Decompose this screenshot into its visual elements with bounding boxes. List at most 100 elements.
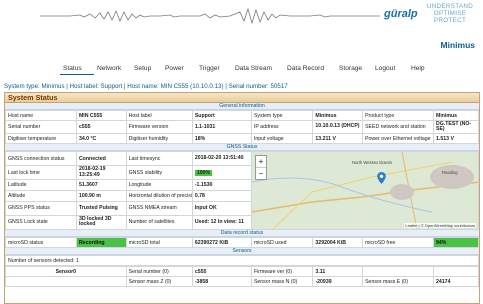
value-cell: Used: 12 In view: 11 [191, 214, 252, 231]
value-cell: 3292004 KiB [312, 237, 364, 248]
table-row: Digitiser temperature 34.0 °C Digitiser … [5, 133, 479, 144]
nav-help[interactable]: Help [411, 65, 425, 72]
table-row: Host name MIN C555 Host label Support Sy… [5, 110, 479, 121]
label-cell: System type [250, 110, 314, 121]
tagline: UNDERSTAND OPTIMISE PROTECT [420, 3, 480, 24]
label-cell: SEED network and station [362, 120, 435, 134]
value-cell: Minimus [312, 110, 364, 121]
value-cell: c555 [75, 120, 127, 134]
value-cell: 34.0 °C [75, 133, 127, 144]
location-map[interactable]: + − North Wessex Downs Reading Leaflet |… [252, 152, 478, 229]
nav-setup[interactable]: Setup [134, 65, 151, 72]
recording-status-badge: Recording [75, 237, 127, 248]
sensor-name: Sensor0 [5, 266, 127, 277]
map-place-label: North Wessex Downs [351, 160, 393, 165]
nav-trigger[interactable]: Trigger [199, 65, 220, 72]
sensor0-table: Sensor0 Serial number (0) c555 Firmware … [5, 266, 479, 287]
label-cell: Serial number (0) [125, 266, 193, 277]
label-cell: microSD status [5, 237, 77, 248]
active-tab-underline [60, 74, 94, 75]
value-cell: 62390272 KiB [191, 237, 252, 248]
label-cell: Host name [5, 110, 77, 121]
label-cell: microSD used [250, 237, 314, 248]
value-cell: -1.1530 [191, 179, 252, 191]
value-cell: 2018-02-20 13:51:40 [191, 150, 252, 167]
value-cell: 1.1-1031 [191, 120, 252, 134]
general-table: Host name MIN C555 Host label Support Sy… [5, 110, 479, 144]
nav-power[interactable]: Power [165, 65, 184, 72]
table-row: Sensor mass Z (0) -3858 Sensor mass N (0… [5, 276, 479, 287]
label-cell: Number of satellites [125, 214, 193, 231]
label-cell: GNSS PPS status [5, 200, 77, 216]
label-cell: Firmware version [125, 120, 193, 134]
nav-data-stream[interactable]: Data Stream [235, 65, 272, 72]
label-cell: IP address [250, 120, 314, 134]
value-cell: MIN C555 [75, 110, 127, 121]
table-row: Sensor0 Serial number (0) c555 Firmware … [5, 266, 479, 277]
label-cell: GNSS Lock state [5, 214, 77, 231]
section-general: General information [5, 103, 479, 110]
header-banner: güralp UNDERSTAND OPTIMISE PROTECT [0, 0, 483, 44]
gnss-table: GNSS connection status Connected Last ti… [5, 150, 479, 231]
table-row: GNSS connection status Connected Last ti… [5, 150, 479, 230]
label-cell: Longitude [125, 179, 193, 191]
value-cell: 51.3607 [75, 179, 127, 191]
map-cell: + − North Wessex Downs Reading Leaflet |… [250, 151, 479, 230]
table-row: Serial number c555 Firmware version 1.1-… [5, 120, 479, 134]
sensor-count: Number of sensors detected: 1 [5, 255, 479, 266]
panel-title: System Status [5, 93, 479, 103]
nav-logout[interactable]: Logout [375, 65, 395, 72]
value-cell: DG.TEST (NO-SE) [433, 120, 479, 134]
sensors-table: Number of sensors detected: 1 [5, 255, 479, 266]
label-cell: GNSS connection status [5, 150, 77, 167]
nav-status[interactable]: Status [63, 65, 82, 72]
value-cell: -3858 [191, 276, 252, 287]
map-zoom-controls: + − [254, 155, 267, 180]
value-cell: Connected [75, 150, 127, 167]
label-cell: Digitiser temperature [5, 133, 77, 144]
table-row: microSD status Recording microSD total 6… [5, 237, 479, 248]
empty-cell [362, 266, 435, 277]
system-status-panel: System Status General information Host n… [4, 92, 480, 304]
empty-cell [5, 276, 127, 287]
system-info-line: System type: Minimus | Host label: Suppo… [4, 83, 288, 90]
map-place-label: Reading [441, 170, 458, 175]
label-cell: Serial number [5, 120, 77, 134]
nav-network[interactable]: Network [97, 65, 121, 72]
label-cell: Sensor mass N (0) [250, 276, 314, 287]
value-cell: 3.11 [312, 266, 364, 277]
label-cell: Sensor mass Z (0) [125, 276, 193, 287]
value-cell: -20939 [312, 276, 364, 287]
label-cell: Digitiser humidity [125, 133, 193, 144]
model-title: Minimus [440, 40, 475, 50]
label-cell: Product type [362, 110, 435, 121]
zoom-in-button[interactable]: + [255, 156, 266, 168]
label-cell: Power over Ethernet voltage [362, 133, 435, 144]
label-cell: Last lock time [5, 165, 77, 181]
value-cell: Minimus [433, 110, 479, 121]
label-cell: Horizontal dilution of precision [125, 189, 193, 202]
label-cell: Altitude [5, 189, 77, 202]
value-cell: Trusted Pulsing [75, 200, 127, 216]
tagline-line-1: UNDERSTAND [426, 3, 474, 10]
value-cell: 100.90 m [75, 189, 127, 202]
nav-storage[interactable]: Storage [339, 65, 362, 72]
empty-cell [433, 266, 479, 277]
zoom-out-button[interactable]: − [256, 168, 266, 179]
value-cell: 13.211 V [312, 133, 364, 144]
label-cell: microSD free [362, 237, 435, 248]
label-cell: GNSS stability [125, 165, 193, 181]
value-cell: 10.10.0.13 (DHCP) [312, 120, 364, 134]
tagline-line-3: PROTECT [433, 17, 467, 24]
nav-data-record[interactable]: Data Record [287, 65, 324, 72]
label-cell: Input voltage [250, 133, 314, 144]
tagline-line-2: OPTIMISE [433, 10, 467, 17]
location-pin-icon[interactable] [377, 172, 386, 184]
value-cell: 2018-02-19 13:25:49 [75, 165, 127, 181]
data-record-table: microSD status Recording microSD total 6… [5, 237, 479, 248]
value-cell: Input OK [191, 200, 252, 216]
label-cell: Sensor mass E (0) [362, 276, 435, 287]
value-cell: 18% [191, 133, 252, 144]
map-attribution[interactable]: Leaflet | © OpenStreetMap contributors [404, 223, 476, 228]
label-cell: microSD total [125, 237, 193, 248]
